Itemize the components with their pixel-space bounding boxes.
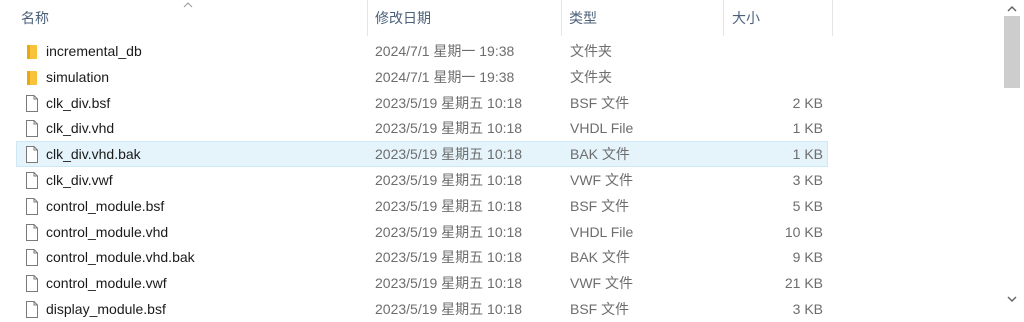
column-header-date-label: 修改日期 <box>375 10 431 26</box>
file-row[interactable]: control_module.vwf 2023/5/19 星期五 10:18 VWF… <box>16 270 828 296</box>
vertical-scrollbar[interactable] <box>1000 0 1024 311</box>
file-date-modified: 2024/7/1 星期一 19:38 <box>375 69 515 85</box>
column-header-type-label: 类型 <box>569 10 597 26</box>
file-icon <box>26 172 38 189</box>
file-name: clk_div.vwf <box>46 172 113 188</box>
file-icon <box>26 146 38 163</box>
file-type: BAK 文件 <box>570 249 630 265</box>
file-row[interactable]: control_module.bsf 2023/5/19 星期五 10:18 BSF… <box>16 193 828 219</box>
file-type: VHDL File <box>570 120 634 136</box>
file-row[interactable]: clk_div.vhd 2023/5/19 星期五 10:18 VHDL File 1… <box>16 115 828 141</box>
file-icon <box>26 224 38 241</box>
column-header: 名称 修改日期 类型 大小 <box>0 0 1000 36</box>
scroll-down-arrow-icon[interactable] <box>1006 294 1018 304</box>
file-type: VWF 文件 <box>570 172 633 188</box>
file-type: 文件夹 <box>570 43 612 59</box>
file-icon <box>26 301 38 318</box>
file-row[interactable]: control_module.vhd 2023/5/19 星期五 10:18 VHD… <box>16 219 828 245</box>
folder-icon <box>27 45 37 59</box>
file-icon <box>26 249 38 266</box>
column-header-size-label: 大小 <box>732 10 760 26</box>
file-name: control_module.bsf <box>46 198 165 214</box>
file-row[interactable]: control_module.vhd.bak 2023/5/19 星期五 10:1… <box>16 244 828 270</box>
file-date-modified: 2024/7/1 星期一 19:38 <box>375 43 515 59</box>
file-type: VHDL File <box>570 224 634 240</box>
file-size: 1 KB <box>792 146 823 162</box>
file-name: simulation <box>46 69 110 85</box>
column-header-size[interactable]: 大小 <box>732 0 832 36</box>
file-icon <box>26 198 38 215</box>
file-date-modified: 2023/5/19 星期五 10:18 <box>375 249 523 265</box>
file-name: incremental_db <box>46 43 142 59</box>
file-icon <box>26 95 38 112</box>
file-date-modified: 2023/5/19 星期五 10:18 <box>375 301 523 317</box>
column-header-date[interactable]: 修改日期 <box>375 0 560 36</box>
file-name: clk_div.vhd <box>46 120 115 136</box>
file-date-modified: 2023/5/19 星期五 10:18 <box>375 120 523 136</box>
file-type: BSF 文件 <box>570 301 630 317</box>
file-date-modified: 2023/5/19 星期五 10:18 <box>375 275 523 291</box>
column-divider[interactable] <box>367 0 368 36</box>
file-name: control_module.vhd.bak <box>46 249 195 265</box>
sort-ascending-icon <box>183 2 193 8</box>
file-row[interactable]: simulation 2024/7/1 星期一 19:38 文件夹 <box>16 64 828 90</box>
file-icon <box>26 120 38 137</box>
file-size: 3 KB <box>792 172 823 188</box>
file-icon <box>26 275 38 292</box>
folder-icon <box>27 71 37 85</box>
column-header-name[interactable]: 名称 <box>21 0 366 36</box>
column-divider[interactable] <box>723 0 724 36</box>
scrollbar-thumb[interactable] <box>1004 16 1020 88</box>
file-name: display_module.bsf <box>46 301 166 317</box>
file-size: 10 KB <box>784 224 823 240</box>
file-row[interactable]: clk_div.bsf 2023/5/19 星期五 10:18 BSF 文件 2 KB <box>16 90 828 116</box>
file-row[interactable]: clk_div.vhd.bak 2023/5/19 星期五 10:18 BAK 文件… <box>16 141 828 167</box>
file-size: 1 KB <box>792 120 823 136</box>
file-size: 21 KB <box>784 275 823 291</box>
file-row[interactable]: incremental_db 2024/7/1 星期一 19:38 文件夹 <box>16 38 828 64</box>
file-type: BSF 文件 <box>570 198 630 214</box>
column-header-name-label: 名称 <box>21 10 49 26</box>
file-date-modified: 2023/5/19 星期五 10:18 <box>375 198 523 214</box>
file-size: 2 KB <box>792 95 823 111</box>
column-divider[interactable] <box>561 0 562 36</box>
column-header-type[interactable]: 类型 <box>569 0 721 36</box>
column-divider[interactable] <box>832 0 833 36</box>
file-type: BSF 文件 <box>570 95 630 111</box>
file-type: 文件夹 <box>570 69 612 85</box>
file-name: control_module.vhd <box>46 224 169 240</box>
file-date-modified: 2023/5/19 星期五 10:18 <box>375 172 523 188</box>
file-date-modified: 2023/5/19 星期五 10:18 <box>375 95 523 111</box>
file-row[interactable]: display_module.bsf 2023/5/19 星期五 10:18 BSF… <box>16 296 828 322</box>
file-row[interactable]: clk_div.vwf 2023/5/19 星期五 10:18 VWF 文件 3 KB <box>16 167 828 193</box>
file-name: clk_div.vhd.bak <box>46 146 141 162</box>
file-type: BAK 文件 <box>570 146 630 162</box>
file-name: control_module.vwf <box>46 275 167 291</box>
scroll-up-arrow-icon[interactable] <box>1006 4 1018 14</box>
file-date-modified: 2023/5/19 星期五 10:18 <box>375 224 523 240</box>
file-size: 9 KB <box>792 249 823 265</box>
file-size: 3 KB <box>792 301 823 317</box>
file-size: 5 KB <box>792 198 823 214</box>
file-type: VWF 文件 <box>570 275 633 291</box>
file-date-modified: 2023/5/19 星期五 10:18 <box>375 146 523 162</box>
file-name: clk_div.bsf <box>46 95 111 111</box>
